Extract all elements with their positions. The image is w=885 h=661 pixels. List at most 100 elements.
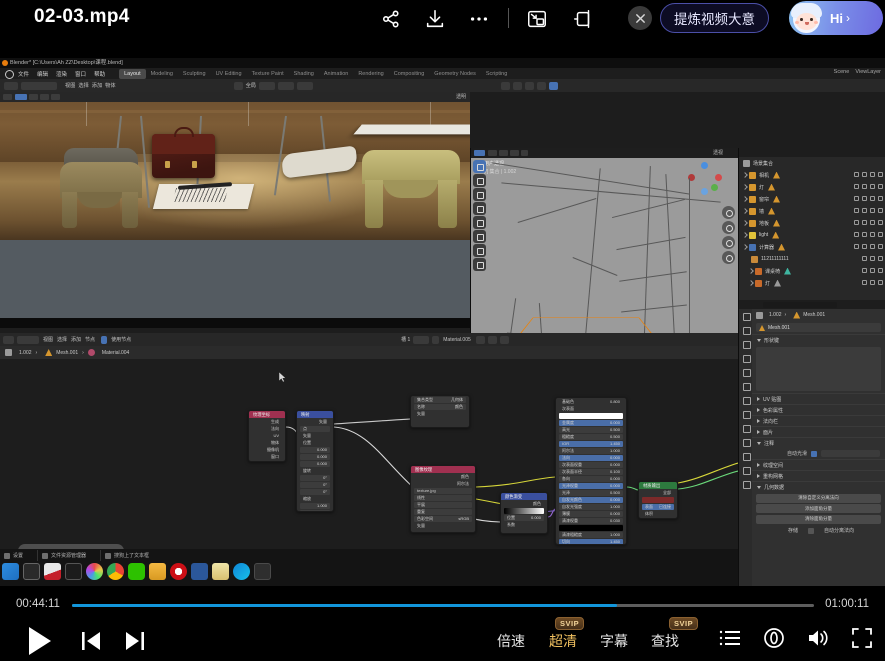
base-color-swatch[interactable] — [559, 413, 623, 419]
menu-render[interactable]: 渲染 — [52, 70, 71, 78]
emission-row[interactable]: 自发光颜色0.000 — [559, 497, 623, 503]
tool-scale[interactable] — [473, 216, 486, 229]
overlay-toggle[interactable] — [501, 82, 510, 90]
tab-physics[interactable] — [739, 435, 752, 449]
chrome-icon[interactable] — [107, 563, 124, 580]
workspace-tab-compositing[interactable]: Compositing — [389, 69, 430, 79]
outliner-row-toggles[interactable] — [854, 172, 883, 177]
editor-type-selector[interactable] — [4, 82, 18, 90]
menu-help[interactable]: 帮助 — [90, 70, 109, 78]
gizmo-axis-y[interactable] — [711, 184, 718, 191]
clearcoat-roughness-row[interactable]: 清漆粗糙度1.000 — [559, 532, 623, 538]
tool-annotate[interactable] — [473, 244, 486, 257]
attr-type-row[interactable]: 集合类型几何体 — [414, 397, 466, 403]
gizmo-axis-x[interactable] — [715, 174, 722, 181]
word-icon[interactable] — [191, 563, 208, 580]
section-geometry-data[interactable]: 几何数据 — [752, 481, 885, 492]
blender-taskbar-icon[interactable] — [254, 563, 271, 580]
geometry-footer-row[interactable]: 存储 自动分离法向 — [752, 525, 885, 536]
outliner-row-toggles[interactable] — [854, 244, 883, 249]
taskbar-window-settings[interactable]: 设置 — [4, 550, 38, 561]
blender-menu-icon[interactable] — [3, 69, 14, 78]
shader-type-dropdown[interactable] — [17, 336, 39, 344]
section-uv-maps[interactable]: UV 贴图 — [752, 393, 885, 404]
section-shape-keys[interactable]: 形状键 — [752, 334, 885, 345]
location-z[interactable]: 0.000 — [300, 461, 330, 467]
section-color-attributes[interactable]: 色彩属性 — [752, 404, 885, 415]
transmission-row[interactable]: 光泽权重0.000 — [559, 483, 623, 489]
node-principled-bsdf[interactable]: 基础色0.800 次表面 金属度0.000 高光0.500 粗糙度0.500 I… — [555, 397, 627, 545]
clear-custom-split-normals-button[interactable]: 清除自定义分离法向 — [756, 494, 881, 503]
ramp-stop-row[interactable]: 位置0.000 — [504, 515, 544, 521]
specular-row[interactable]: 高光0.500 — [559, 427, 623, 433]
editor-type-icon[interactable] — [474, 150, 485, 156]
outliner-item-light2[interactable]: light — [739, 229, 885, 241]
add-face-corner-button[interactable]: 添加面角分量 — [756, 504, 881, 513]
pdf-reader-icon[interactable] — [44, 563, 61, 580]
workspace-tab-texture-paint[interactable]: Texture Paint — [247, 69, 289, 79]
tool-menu-add[interactable]: 添加 — [92, 82, 102, 89]
location-y[interactable]: 0.000 — [300, 454, 330, 460]
node-mapping[interactable]: 映射 矢量 点 矢量 位置 0.000 0.000 0.000 旋转 0° 0°… — [296, 410, 334, 512]
photos-icon[interactable] — [86, 563, 103, 580]
output-target-row[interactable] — [642, 497, 674, 503]
coat-row[interactable]: 清漆权重0.030 — [559, 518, 623, 524]
scale-x[interactable]: 1.000 — [300, 503, 330, 509]
outliner-item-wall[interactable]: 墙 — [739, 205, 885, 217]
workspace-tab-animation[interactable]: Animation — [319, 69, 353, 79]
outliner-row-toggles[interactable] — [862, 280, 883, 285]
outliner-row-toggles[interactable] — [862, 268, 883, 273]
node-menu-add[interactable]: 添加 — [71, 336, 81, 343]
section-remesh[interactable]: 重构网格 — [752, 470, 885, 481]
tool-transform[interactable] — [473, 230, 486, 243]
node-image-texture[interactable]: 图像纹理 颜色 阿尔法 texture.jpg 线性 平展 重复 色彩空间sRG… — [410, 465, 476, 533]
tab-material[interactable] — [739, 477, 752, 491]
magnet-button[interactable] — [297, 82, 313, 90]
properties-search-input[interactable] — [763, 302, 837, 308]
outliner-row-toggles[interactable] — [854, 184, 883, 189]
workspace-tab-rendering[interactable]: Rendering — [353, 69, 388, 79]
ior-row[interactable]: IOR1.450 — [559, 441, 623, 447]
subtitle-button[interactable]: 字幕 — [600, 631, 628, 651]
tab-view-layer[interactable] — [739, 351, 752, 365]
tool-menu-select[interactable]: 选择 — [78, 82, 88, 89]
more-options-icon[interactable] — [466, 6, 492, 32]
mode-dropdown[interactable] — [21, 82, 57, 90]
outliner-item-armature[interactable]: 11211111111 — [739, 253, 885, 265]
emission-strength-row[interactable]: 自发光强度1.000 — [559, 504, 623, 510]
snap-button[interactable] — [259, 82, 275, 90]
scale-y[interactable]: 1.000 — [300, 510, 330, 512]
proportional-edit-button[interactable] — [278, 82, 294, 90]
extension-row[interactable]: 重复 — [414, 509, 472, 515]
viewport-navigation-buttons[interactable] — [722, 206, 735, 266]
workspace-tab-sculpting[interactable]: Sculpting — [178, 69, 211, 79]
location-x[interactable]: 0.000 — [300, 447, 330, 453]
toggle-perspective-icon[interactable] — [722, 251, 735, 264]
node-menu-select[interactable]: 选择 — [57, 336, 67, 343]
projection-row[interactable]: 平展 — [414, 502, 472, 508]
search-button[interactable]: 查找 — [651, 631, 679, 651]
editor-type-icon[interactable] — [3, 336, 14, 344]
shading-solid-button[interactable] — [537, 82, 546, 90]
unlink-material-button[interactable] — [500, 336, 509, 344]
workspace-tab-scripting[interactable]: Scripting — [481, 69, 512, 79]
outliner-row-toggles[interactable] — [862, 256, 883, 261]
shading-wireframe-button[interactable] — [525, 82, 534, 90]
outliner-row-toggles[interactable] — [854, 220, 883, 225]
menu-edit[interactable]: 编辑 — [33, 70, 52, 78]
auto-smooth-checkbox[interactable] — [811, 451, 817, 457]
subsurf-weight-row[interactable]: 次表面权重0.000 — [559, 462, 623, 468]
outliner-item-light[interactable]: 灯 — [739, 181, 885, 193]
progress-bar-track[interactable] — [72, 604, 814, 607]
alpha-row[interactable]: 阿尔法1.000 — [559, 448, 623, 454]
slot-dropdown[interactable] — [413, 336, 429, 344]
tab-constraints[interactable] — [739, 449, 752, 463]
gizmo-axis-z[interactable] — [701, 162, 708, 169]
node-menu-view[interactable]: 视图 — [43, 336, 53, 343]
node-texture-coordinate[interactable]: 纹理坐标 生成 法向 UV 物体 摄像机 窗口 — [248, 410, 286, 462]
zoom-view-icon[interactable] — [722, 206, 735, 219]
xray-toggle[interactable] — [513, 82, 522, 90]
outliner-root-row[interactable]: 场景集合 — [739, 157, 885, 169]
folder-icon[interactable] — [149, 563, 166, 580]
taskbar-icon-row[interactable] — [2, 563, 271, 580]
